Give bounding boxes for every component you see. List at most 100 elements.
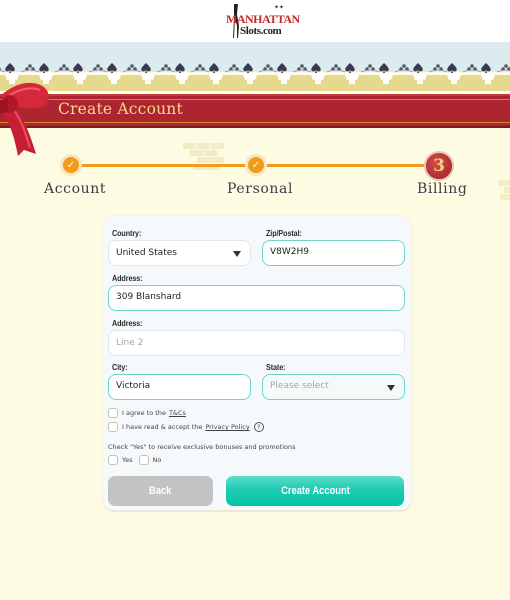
pendant-ornament-icon bbox=[175, 75, 189, 84]
promo-no-checkbox[interactable] bbox=[138, 455, 149, 465]
promo-options-row: Yes No bbox=[108, 455, 161, 465]
terms-checkbox[interactable] bbox=[108, 408, 118, 418]
top-bar: MANHATTAN Slots.com ✦✦ bbox=[0, 0, 510, 42]
terms-text: I agree to the bbox=[122, 409, 166, 417]
zip-value: V8W2H9 bbox=[270, 247, 310, 257]
club-ornament-icon bbox=[496, 64, 510, 73]
step-label-personal: Personal bbox=[227, 181, 294, 197]
progress-stepper: ✓ ✓ 3 Account Personal Billing bbox=[0, 148, 510, 203]
create-account-button-label: Create Account bbox=[280, 485, 350, 497]
club-ornament-icon bbox=[394, 64, 414, 73]
page-banner: Create Account bbox=[0, 94, 510, 128]
terms-link[interactable]: T&Cs bbox=[169, 409, 186, 417]
pendant-ornament-icon bbox=[345, 75, 359, 84]
page-title: Create Account bbox=[58, 100, 183, 118]
club-ornament-icon bbox=[0, 67, 6, 73]
spade-ornament-icon bbox=[345, 63, 355, 73]
club-ornament-icon bbox=[190, 64, 210, 73]
check-icon: ✓ bbox=[66, 159, 76, 171]
spade-ornament-icon bbox=[379, 63, 389, 73]
club-ornament-icon bbox=[462, 64, 482, 73]
city-label: City: bbox=[112, 363, 128, 372]
decorative-gold-band bbox=[0, 73, 510, 91]
step-account-indicator: ✓ bbox=[60, 154, 82, 176]
club-ornament-icon bbox=[360, 64, 380, 73]
address-line1-value: 309 Blanshard bbox=[116, 292, 182, 302]
privacy-text: I have read & accept the bbox=[122, 423, 203, 431]
step-label-account: Account bbox=[44, 181, 107, 197]
address-line2-placeholder: Line 2 bbox=[116, 338, 144, 348]
club-ornament-icon bbox=[428, 64, 448, 73]
club-ornament-icon bbox=[224, 64, 244, 73]
logo-text-slots: Slots.com bbox=[240, 25, 282, 37]
terms-row: I agree to the T&Cs bbox=[108, 408, 186, 418]
club-ornament-icon bbox=[156, 64, 176, 73]
pendant-ornament-icon bbox=[209, 75, 223, 84]
help-icon[interactable]: ? bbox=[253, 422, 264, 432]
promo-yes-label: Yes bbox=[122, 456, 133, 464]
pendant-ornament-icon bbox=[141, 75, 155, 84]
back-button-label: Back bbox=[149, 485, 172, 497]
spade-ornament-icon bbox=[39, 63, 49, 73]
pendant-ornament-icon bbox=[107, 75, 121, 84]
state-label: State: bbox=[266, 363, 286, 372]
chevron-down-icon bbox=[233, 251, 241, 257]
step-connector-2 bbox=[266, 164, 428, 167]
check-icon: ✓ bbox=[251, 159, 261, 171]
country-value: United States bbox=[116, 248, 177, 258]
spade-ornament-icon bbox=[277, 63, 287, 73]
club-ornament-icon bbox=[54, 64, 74, 73]
pendant-ornament-icon bbox=[481, 75, 495, 84]
spade-ornament-icon bbox=[209, 63, 219, 73]
club-ornament-icon bbox=[258, 64, 278, 73]
logo-stars-icon: ✦✦ bbox=[274, 4, 285, 11]
club-ornament-icon bbox=[122, 64, 142, 73]
pendant-ornament-icon bbox=[311, 75, 325, 84]
spade-ornament-icon bbox=[481, 63, 491, 73]
pendant-ornament-icon bbox=[243, 75, 257, 84]
privacy-policy-link[interactable]: Privacy Policy bbox=[205, 423, 249, 431]
step-connector-1 bbox=[80, 164, 248, 167]
spade-ornament-icon bbox=[447, 63, 457, 73]
pendant-ornament-icon bbox=[413, 75, 427, 84]
club-ornament-icon bbox=[326, 64, 346, 73]
city-value: Victoria bbox=[116, 381, 151, 391]
promo-no-label: No bbox=[152, 456, 162, 464]
spade-ornament-icon bbox=[311, 63, 321, 73]
spade-ornament-icon bbox=[141, 63, 151, 73]
club-ornament-icon bbox=[88, 64, 108, 73]
spade-ornament-icon bbox=[107, 63, 117, 73]
create-account-button[interactable]: Create Account bbox=[226, 476, 404, 506]
site-logo[interactable]: MANHATTAN Slots.com ✦✦ bbox=[226, 4, 300, 40]
spade-ornament-icon bbox=[243, 63, 253, 73]
pendant-ornament-icon bbox=[379, 75, 393, 84]
country-select[interactable]: United States bbox=[108, 240, 251, 266]
zip-label: Zip/Postal: bbox=[266, 229, 302, 238]
state-select[interactable]: Please select bbox=[262, 374, 405, 400]
privacy-checkbox[interactable] bbox=[108, 422, 118, 432]
back-button[interactable]: Back bbox=[108, 476, 213, 506]
pendant-ornament-icon bbox=[277, 75, 291, 84]
spade-ornament-icon bbox=[413, 63, 423, 73]
country-label: Country: bbox=[112, 229, 142, 238]
chevron-down-icon bbox=[387, 385, 395, 391]
club-ornament-icon bbox=[20, 64, 40, 73]
promo-prompt: Check "Yes" to receive exclusive bonuses… bbox=[108, 443, 296, 451]
spade-ornament-icon bbox=[5, 63, 15, 73]
zip-input[interactable]: V8W2H9 bbox=[262, 240, 405, 266]
state-placeholder: Please select bbox=[270, 381, 329, 391]
privacy-row: I have read & accept the Privacy Policy … bbox=[108, 422, 264, 432]
address-label: Address: bbox=[112, 274, 143, 283]
pendant-ornament-icon bbox=[447, 75, 461, 84]
promo-yes-checkbox[interactable] bbox=[108, 455, 118, 465]
address-line1-input[interactable]: 309 Blanshard bbox=[108, 285, 405, 311]
step-label-billing: Billing bbox=[417, 181, 468, 197]
address-line2-input[interactable]: Line 2 bbox=[108, 330, 405, 356]
ribbon-bow-icon bbox=[0, 82, 49, 156]
step-personal-indicator: ✓ bbox=[245, 154, 267, 176]
club-ornament-icon bbox=[292, 64, 312, 73]
address2-label: Address: bbox=[112, 319, 143, 328]
spade-ornament-icon bbox=[175, 63, 185, 73]
pendant-ornament-icon bbox=[73, 75, 87, 84]
city-input[interactable]: Victoria bbox=[108, 374, 251, 400]
